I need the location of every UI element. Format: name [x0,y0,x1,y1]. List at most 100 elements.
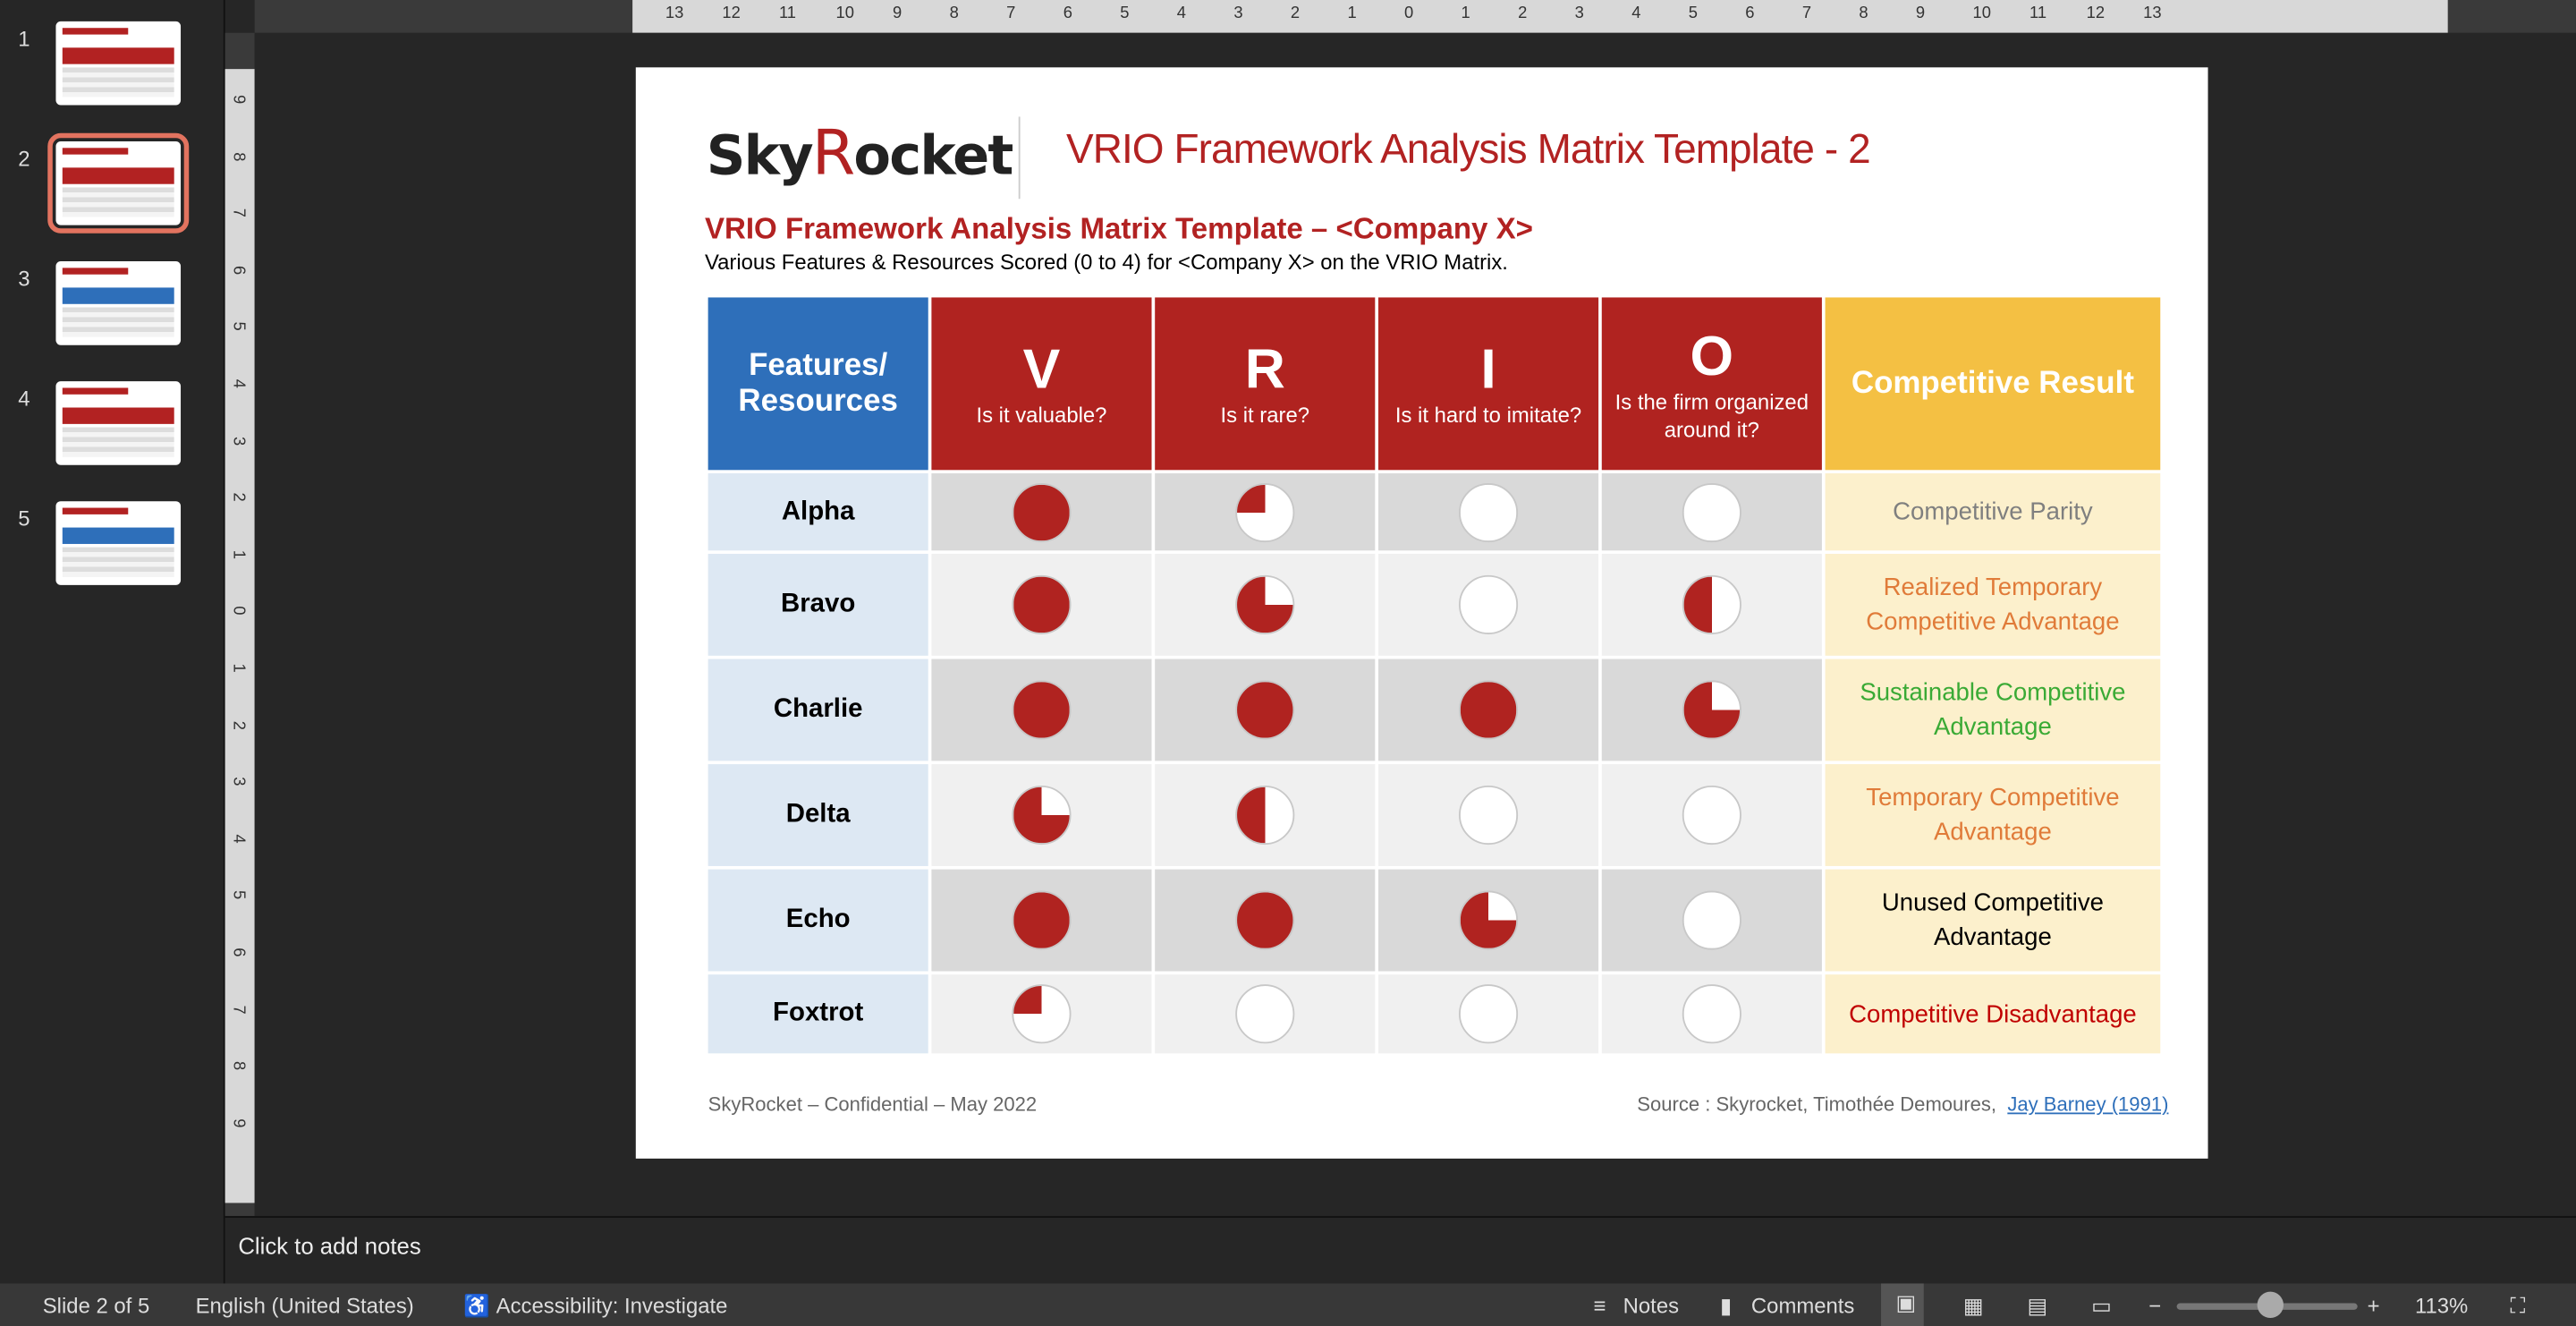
feature-name: Charlie [708,659,928,761]
vrio-matrix: Features/ Resources V Is it valuable? R Is … [705,294,2164,1057]
column-header-o: O Is the firm organized around it? [1601,297,1822,471]
source-text: Source : Skyrocket, Timothée Demoures, [1637,1092,1997,1117]
score-cell [1155,869,1376,972]
score-cell [1155,764,1376,866]
harvey-ball-icon [1012,680,1072,740]
column-letter: R [1244,338,1285,402]
harvey-ball-icon [1458,482,1519,542]
comments-button[interactable]: Comments [1751,1293,1854,1318]
ruler-label: 7 [228,208,248,218]
zoom-slider-handle[interactable] [2257,1291,2284,1319]
ruler-label: 11 [2029,4,2047,23]
slide-heading: VRIO Framework Analysis Matrix Template … [704,211,1533,245]
features-header: Features/ Resources [708,297,928,471]
score-cell [1601,974,1822,1054]
ruler-label: 5 [228,322,248,332]
harvey-ball-icon [1682,984,1741,1044]
slide-thumbnail-4[interactable] [55,381,182,465]
thumbnail-number: 3 [18,266,30,292]
slide-sorter-icon[interactable]: ▦ [1963,1293,1984,1319]
source-link[interactable]: Jay Barney (1991) [2007,1092,2168,1116]
slide-title: VRIO Framework Analysis Matrix Template … [1066,126,1871,173]
feature-name: Foxtrot [708,974,928,1054]
notes-pane[interactable]: Click to add notes [225,1216,2576,1284]
ruler-label: 8 [1859,4,1868,23]
harvey-ball-icon [1235,680,1295,740]
ruler-label: 7 [228,1004,248,1015]
feature-name: Bravo [708,553,928,656]
ruler-label: 13 [2143,4,2162,23]
score-cell [931,869,1152,972]
table-row: Echo Unused Competitive Advantage [708,869,2161,972]
slide-thumbnail-2[interactable] [47,132,190,234]
score-cell [1601,472,1822,551]
divider [1018,116,1021,200]
thumbnail-number: 5 [18,506,30,531]
table-row: Alpha Competitive Parity [708,472,2161,551]
score-cell [1377,472,1599,551]
ruler-label: 3 [1233,4,1243,23]
harvey-ball-icon [1012,482,1072,542]
ruler-label: 6 [228,948,248,957]
slide-thumbnail-1[interactable] [55,21,182,106]
column-letter: O [1690,324,1734,387]
ruler-label: 9 [1915,4,1926,23]
ruler-label: 2 [228,492,248,503]
slide-thumbnail-3[interactable] [55,261,182,345]
slide-thumbnail-panel: 1 2 3 4 5 [0,0,225,1284]
score-cell [931,659,1152,761]
score-cell [931,764,1152,866]
thumbnail-number: 2 [18,146,30,172]
ruler-label: 3 [228,777,248,786]
score-cell [931,472,1152,551]
slide-thumbnail-5[interactable] [55,501,182,585]
score-cell [1601,764,1822,866]
ruler-label: 8 [228,151,248,161]
column-letter: I [1480,338,1496,402]
notes-button[interactable]: Notes [1623,1293,1679,1318]
footer-confidential: SkyRocket – Confidential – May 2022 [708,1092,1038,1117]
competitive-result: Sustainable Competitive Advantage [1825,659,2161,761]
ruler-label: 8 [949,4,959,23]
result-header: Competitive Result [1825,297,2161,471]
vertical-ruler: 9 8 7 6 5 4 3 2 1 0 1 2 3 4 5 6 7 8 9 [225,32,255,1217]
reading-view-icon[interactable]: ▤ [2027,1293,2047,1319]
column-question: Is it rare? [1220,402,1310,428]
harvey-ball-icon [1682,785,1741,846]
competitive-result: Competitive Parity [1825,472,2161,551]
accessibility-button[interactable]: Accessibility: Investigate [496,1293,728,1318]
score-cell [1155,659,1376,761]
table-row: Charlie Sustainable Competitive Advantage [708,659,2161,761]
ruler-label: 10 [835,4,854,23]
score-cell [931,553,1152,656]
column-header-i: I Is it hard to imitate? [1377,297,1599,471]
slide-subheading: Various Features & Resources Scored (0 t… [704,250,1508,275]
feature-name: Echo [708,869,928,972]
notes-placeholder[interactable]: Click to add notes [238,1233,420,1259]
ruler-label: 12 [722,4,741,23]
fit-to-window-icon[interactable]: ⛶ [2510,1293,2525,1319]
slide[interactable]: SkyRocket VRIO Framework Analysis Matrix… [635,67,2208,1159]
comments-icon[interactable]: ▮ [1720,1293,1732,1319]
feature-name: Alpha [708,472,928,551]
language-button[interactable]: English (United States) [196,1293,414,1318]
zoom-out-icon[interactable]: − [2148,1293,2161,1318]
zoom-level[interactable]: 113% [2415,1293,2468,1318]
ruler-label: 4 [1176,4,1187,23]
ruler-label: 7 [1006,4,1016,23]
competitive-result: Unused Competitive Advantage [1825,869,2161,972]
notes-icon[interactable]: ≡ [1594,1293,1606,1318]
footer-source: Source : Skyrocket, Timothée Demoures, J… [1637,1092,2168,1116]
harvey-ball-icon [1235,890,1295,950]
normal-view-icon[interactable]: ▣ [1881,1283,1924,1326]
competitive-result: Competitive Disadvantage [1825,974,2161,1054]
slideshow-icon[interactable]: ▭ [2091,1293,2112,1319]
accessibility-icon[interactable]: ♿ [463,1293,490,1319]
column-letter: V [1022,338,1061,402]
ruler-label: 11 [778,4,797,23]
ruler-label: 1 [228,663,248,673]
ruler-label: 6 [1063,4,1072,23]
score-cell [931,974,1152,1054]
ruler-label: 12 [2086,4,2106,23]
zoom-in-icon[interactable]: + [2368,1293,2380,1318]
